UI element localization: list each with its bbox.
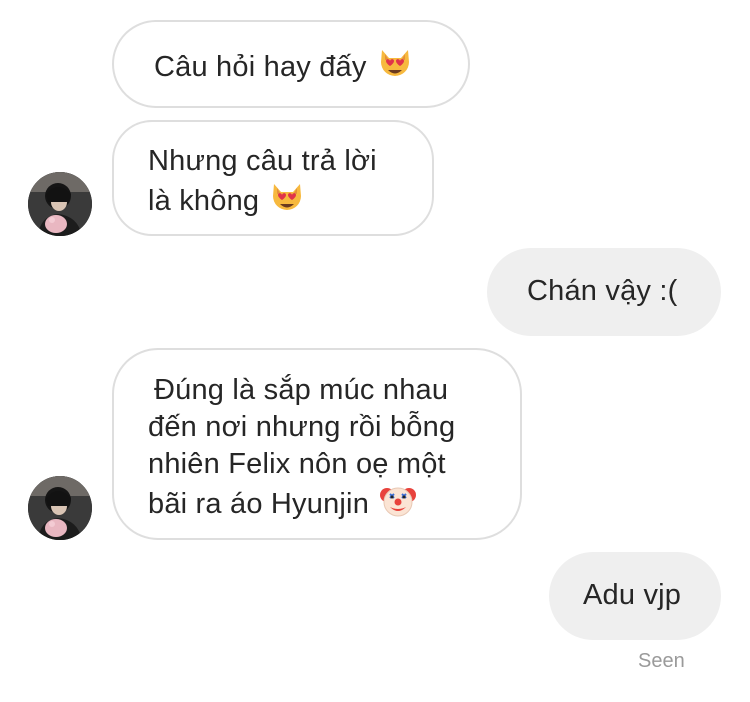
message-bubble-2[interactable]: Nhưng câu trả lời là không	[112, 120, 434, 236]
avatar-photo-icon	[28, 172, 92, 236]
message-text: Adu vjp	[583, 579, 682, 611]
message-text: đến nơi nhưng rồi bỗng	[148, 411, 456, 443]
message-bubble-3[interactable]: Chán vậy :(	[487, 248, 721, 336]
heart-eyes-cat-emoji	[269, 180, 305, 216]
message-text: nhiên Felix nôn oẹ một	[148, 448, 446, 480]
clown-face-emoji	[379, 483, 417, 519]
message-bubble-5[interactable]: Adu vjp	[549, 552, 721, 640]
message-bubble-4[interactable]: Đúng là sắp múc nhau đến nơi nhưng rồi b…	[112, 348, 522, 540]
message-text: là không	[148, 185, 260, 217]
message-bubble-1[interactable]: Câu hỏi hay đấy	[112, 20, 470, 108]
message-text: Chán vậy :(	[527, 275, 678, 307]
message-text: Đúng là sắp múc nhau	[154, 374, 449, 406]
avatar-photo-icon	[28, 476, 92, 540]
sender-avatar[interactable]	[28, 172, 92, 236]
sender-avatar[interactable]	[28, 476, 92, 540]
heart-eyes-cat-emoji	[377, 46, 413, 82]
message-text: Câu hỏi hay đấy	[154, 51, 367, 83]
message-text: bãi ra áo Hyunjin	[148, 488, 370, 520]
seen-status: Seen	[638, 650, 685, 672]
message-text: Nhưng câu trả lời	[148, 145, 377, 177]
